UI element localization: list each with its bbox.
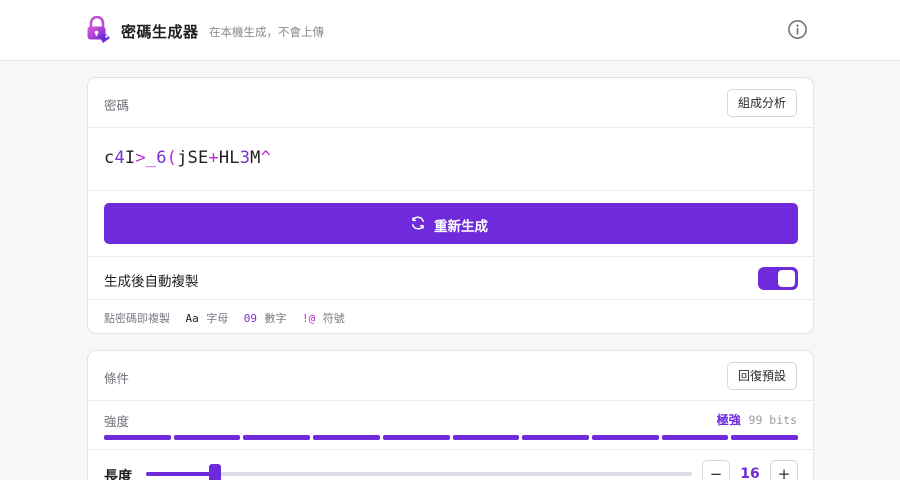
- length-slider[interactable]: [146, 464, 692, 480]
- legend-symbol-label: 符號: [322, 312, 345, 325]
- toggle-knob: [778, 270, 795, 287]
- length-increment-button[interactable]: +: [770, 460, 798, 480]
- legend-symbol-code: !@: [302, 312, 316, 325]
- strength-segment: [591, 435, 659, 440]
- legend-digit-code: 09: [243, 312, 257, 325]
- legend-letter-label: 字母: [206, 312, 229, 325]
- auto-copy-label: 生成後自動複製: [104, 274, 199, 290]
- strength-segment: [522, 435, 589, 440]
- strength-meter: [104, 435, 799, 440]
- strength-label: 強度: [104, 414, 130, 429]
- password-char: >: [135, 148, 146, 168]
- regenerate-button[interactable]: 重新生成: [104, 203, 798, 244]
- strength-segment: [243, 435, 311, 440]
- password-char: 4: [114, 148, 125, 168]
- analysis-button[interactable]: 組成分析: [726, 89, 797, 117]
- info-icon[interactable]: [787, 19, 808, 40]
- password-char: M: [250, 148, 261, 168]
- password-char: ^: [260, 148, 271, 168]
- lock-icon: [87, 16, 110, 43]
- strength-bits: 99 bits: [748, 413, 797, 427]
- auto-copy-row: 生成後自動複製: [88, 256, 813, 300]
- password-char: E: [197, 148, 209, 168]
- password-char: S: [187, 148, 198, 168]
- app-title: 密碼生成器: [121, 23, 199, 41]
- strength-segment: [313, 435, 380, 440]
- strength-value: 極強 99 bits: [717, 411, 797, 428]
- strength-segment: [731, 435, 799, 440]
- length-slider-fill: [146, 472, 215, 476]
- legend-digit-label: 數字: [264, 312, 287, 325]
- legend-letter-code: Aa: [185, 312, 199, 325]
- copy-hint: 點密碼即複製: [104, 312, 170, 325]
- strength-word: 極強: [716, 413, 741, 427]
- conditions-card: 條件 回復預設 強度 極強 99 bits 長度 − 16 +: [87, 350, 814, 480]
- reset-defaults-button[interactable]: 回復預設: [726, 362, 797, 390]
- strength-segment: [173, 435, 241, 440]
- auto-copy-toggle[interactable]: [758, 267, 798, 290]
- password-label: 密碼: [104, 98, 130, 113]
- conditions-card-header: 條件 回復預設: [88, 351, 813, 401]
- length-value: 16: [740, 466, 760, 480]
- password-char: H: [218, 148, 230, 168]
- password-char: +: [208, 148, 219, 168]
- password-char: I: [124, 148, 136, 168]
- strength-row: 強度 極強 99 bits: [88, 401, 813, 450]
- strength-segment: [452, 435, 520, 440]
- regenerate-label: 重新生成: [434, 219, 488, 234]
- password-char: (: [166, 148, 178, 168]
- length-slider-thumb[interactable]: [208, 464, 221, 480]
- length-row: 長度 − 16 +: [88, 451, 813, 480]
- app-subtitle: 在本機生成，不會上傳: [209, 25, 324, 39]
- conditions-label: 條件: [104, 371, 130, 386]
- top-bar: 密碼生成器 在本機生成，不會上傳: [0, 0, 900, 61]
- legend-row: 點密碼即複製 Aa 字母 09 數字 !@ 符號: [104, 310, 345, 326]
- password-text[interactable]: c4I>_6(jSE+HL3M^: [104, 148, 271, 168]
- password-display[interactable]: c4I>_6(jSE+HL3M^: [88, 128, 813, 191]
- password-char: 6: [156, 148, 167, 168]
- password-char: 3: [239, 148, 251, 168]
- length-label: 長度: [104, 469, 132, 480]
- length-decrement-button[interactable]: −: [702, 460, 730, 480]
- password-char: L: [229, 148, 240, 168]
- password-card: 密碼 組成分析 c4I>_6(jSE+HL3M^ 重新生成 生成後自動複製 點密…: [87, 77, 814, 334]
- strength-segment: [382, 435, 450, 440]
- password-char: c: [104, 148, 115, 168]
- refresh-icon: [412, 216, 424, 230]
- password-char: _: [145, 148, 157, 168]
- password-char: j: [177, 148, 188, 168]
- password-card-header: 密碼 組成分析: [88, 78, 813, 128]
- strength-segment: [104, 435, 171, 440]
- strength-segment: [661, 435, 729, 440]
